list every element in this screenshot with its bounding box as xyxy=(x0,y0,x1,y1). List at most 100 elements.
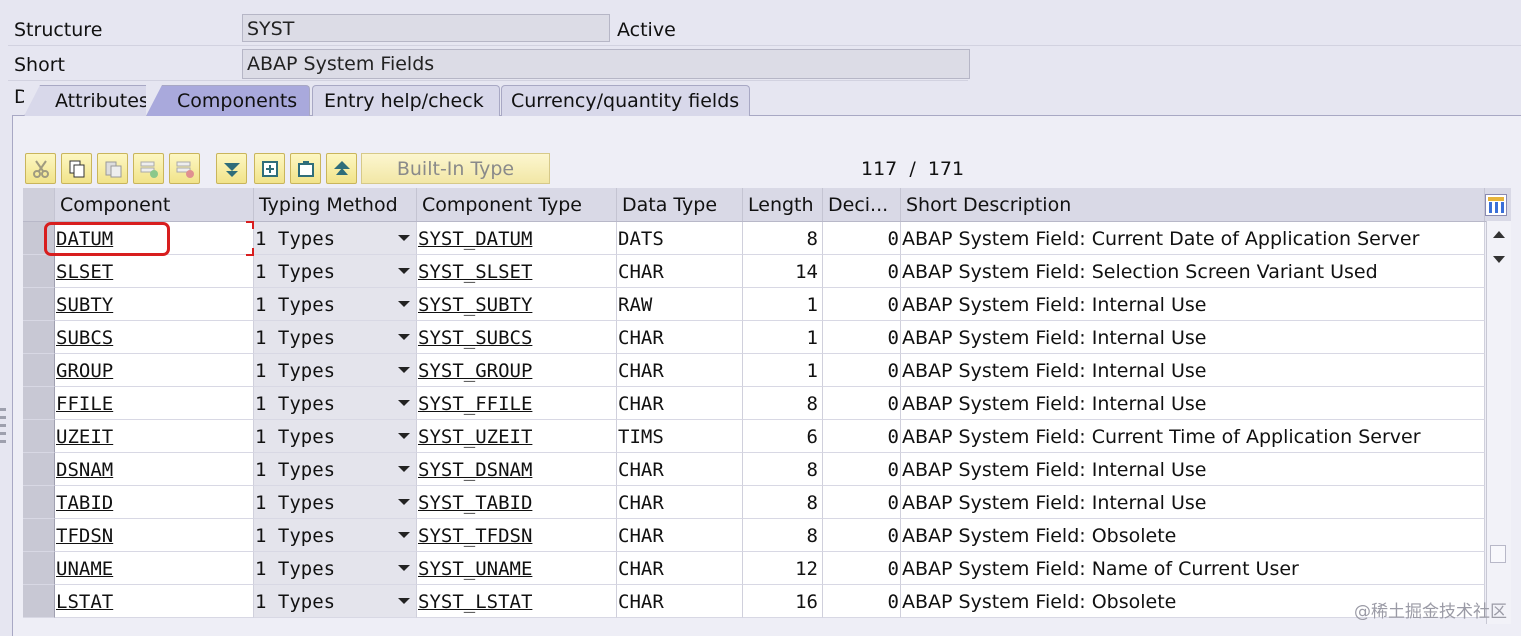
component-type-cell[interactable]: SYST_SUBCS xyxy=(417,321,617,354)
dropdown-arrow-icon[interactable] xyxy=(398,598,410,604)
table-row[interactable]: DATUM 1 Types SYST_DATUM DATS 8 0 ABAP System … xyxy=(23,222,1485,255)
component-cell[interactable]: TFDSN xyxy=(55,519,254,552)
row-selector[interactable] xyxy=(23,321,55,354)
component-cell[interactable]: UNAME xyxy=(55,552,254,585)
short-desc-field[interactable]: ABAP System Fields xyxy=(242,49,970,79)
row-selector[interactable] xyxy=(23,387,55,420)
component-cell[interactable]: FFILE xyxy=(55,387,254,420)
component-cell[interactable]: SUBTY xyxy=(55,288,254,321)
typing-method-cell[interactable]: 1 Types xyxy=(254,585,417,618)
table-row[interactable]: LSTAT 1 Types SYST_LSTAT CHAR 16 0 ABAP System… xyxy=(23,585,1485,618)
component-cell[interactable]: DSNAM xyxy=(55,453,254,486)
delete-row-button[interactable] xyxy=(169,153,200,184)
typing-method-cell[interactable]: 1 Types xyxy=(254,420,417,453)
insert-button[interactable] xyxy=(254,153,285,184)
typing-method-cell[interactable]: 1 Types xyxy=(254,222,417,255)
cut-button[interactable] xyxy=(25,153,56,184)
dropdown-arrow-icon[interactable] xyxy=(398,400,410,406)
typing-method-cell[interactable]: 1 Types xyxy=(254,387,417,420)
typing-method-cell[interactable]: 1 Types xyxy=(254,519,417,552)
component-type-cell[interactable]: SYST_GROUP xyxy=(417,354,617,387)
table-row[interactable]: SUBTY 1 Types SYST_SUBTY RAW 1 0 ABAP System F… xyxy=(23,288,1485,321)
component-type-cell[interactable]: SYST_DSNAM xyxy=(417,453,617,486)
dropdown-arrow-icon[interactable] xyxy=(398,565,410,571)
typing-method-cell[interactable]: 1 Types xyxy=(254,255,417,288)
copy-button[interactable] xyxy=(61,153,92,184)
move-down-button[interactable] xyxy=(216,153,247,184)
insert-row-button[interactable] xyxy=(133,153,164,184)
typing-method-cell[interactable]: 1 Types xyxy=(254,288,417,321)
row-selector[interactable] xyxy=(23,288,55,321)
move-up-button[interactable] xyxy=(326,153,357,184)
component-cell[interactable]: LSTAT xyxy=(55,585,254,618)
resize-grip[interactable] xyxy=(0,408,6,456)
table-row[interactable]: UZEIT 1 Types SYST_UZEIT TIMS 6 0 ABAP System … xyxy=(23,420,1485,453)
component-cell[interactable]: SLSET xyxy=(55,255,254,288)
copy-row-button[interactable] xyxy=(290,153,321,184)
typing-method-cell[interactable]: 1 Types xyxy=(254,552,417,585)
tab-attributes[interactable]: Attributes xyxy=(24,85,158,116)
column-header-typing-method[interactable]: Typing Method xyxy=(254,188,417,221)
column-header-component[interactable]: Component xyxy=(55,188,254,221)
row-selector[interactable] xyxy=(23,552,55,585)
dropdown-arrow-icon[interactable] xyxy=(398,499,410,505)
dropdown-arrow-icon[interactable] xyxy=(398,532,410,538)
table-row[interactable]: FFILE 1 Types SYST_FFILE CHAR 8 0 ABAP System … xyxy=(23,387,1485,420)
structure-field[interactable]: SYST xyxy=(242,14,610,42)
component-type-cell[interactable]: SYST_UNAME xyxy=(417,552,617,585)
dropdown-arrow-icon[interactable] xyxy=(398,334,410,340)
column-header-component-type[interactable]: Component Type xyxy=(417,188,617,221)
dropdown-arrow-icon[interactable] xyxy=(398,268,410,274)
component-type-cell[interactable]: SYST_SUBTY xyxy=(417,288,617,321)
dropdown-arrow-icon[interactable] xyxy=(398,466,410,472)
table-row[interactable]: TABID 1 Types SYST_TABID CHAR 8 0 ABAP System … xyxy=(23,486,1485,519)
vertical-scrollbar[interactable] xyxy=(1486,221,1511,624)
tab-currency-fields[interactable]: Currency/quantity fields xyxy=(501,85,750,116)
column-settings-icon[interactable] xyxy=(1485,194,1507,216)
table-row[interactable]: SLSET 1 Types SYST_SLSET CHAR 14 0 ABAP System… xyxy=(23,255,1485,288)
component-type-cell[interactable]: SYST_LSTAT xyxy=(417,585,617,618)
dropdown-arrow-icon[interactable] xyxy=(398,367,410,373)
component-cell[interactable]: TABID xyxy=(55,486,254,519)
row-selector[interactable] xyxy=(23,585,55,618)
scroll-down-icon[interactable] xyxy=(1493,256,1505,263)
column-header-data-type[interactable]: Data Type xyxy=(617,188,743,221)
component-type-cell[interactable]: SYST_SLSET xyxy=(417,255,617,288)
dropdown-arrow-icon[interactable] xyxy=(398,433,410,439)
built-in-type-button[interactable]: Built-In Type xyxy=(361,153,550,184)
row-selector[interactable] xyxy=(23,486,55,519)
tab-entry-help[interactable]: Entry help/check xyxy=(312,85,500,116)
component-type-cell[interactable]: SYST_TFDSN xyxy=(417,519,617,552)
component-type-cell[interactable]: SYST_DATUM xyxy=(417,222,617,255)
scroll-up-icon[interactable] xyxy=(1493,231,1505,238)
typing-method-cell[interactable]: 1 Types xyxy=(254,486,417,519)
row-selector[interactable] xyxy=(23,519,55,552)
table-row[interactable]: SUBCS 1 Types SYST_SUBCS CHAR 1 0 ABAP System … xyxy=(23,321,1485,354)
table-row[interactable]: GROUP 1 Types SYST_GROUP CHAR 1 0 ABAP System … xyxy=(23,354,1485,387)
component-cell[interactable]: GROUP xyxy=(55,354,254,387)
row-selector[interactable] xyxy=(23,354,55,387)
component-cell[interactable]: SUBCS xyxy=(55,321,254,354)
paste-button[interactable] xyxy=(97,153,128,184)
component-type-cell[interactable]: SYST_FFILE xyxy=(417,387,617,420)
typing-method-cell[interactable]: 1 Types xyxy=(254,453,417,486)
typing-method-cell[interactable]: 1 Types xyxy=(254,354,417,387)
tab-components[interactable]: Components xyxy=(146,85,310,116)
component-type-cell[interactable]: SYST_TABID xyxy=(417,486,617,519)
table-row[interactable]: DSNAM 1 Types SYST_DSNAM CHAR 8 0 ABAP System … xyxy=(23,453,1485,486)
table-row[interactable]: UNAME 1 Types SYST_UNAME CHAR 12 0 ABAP System… xyxy=(23,552,1485,585)
typing-method-cell[interactable]: 1 Types xyxy=(254,321,417,354)
component-type-cell[interactable]: SYST_UZEIT xyxy=(417,420,617,453)
component-cell[interactable]: UZEIT xyxy=(55,420,254,453)
column-header-decimals[interactable]: Deci... xyxy=(823,188,901,221)
column-header-length[interactable]: Length xyxy=(743,188,823,221)
scroll-thumb[interactable] xyxy=(1490,545,1506,563)
row-selector[interactable] xyxy=(23,453,55,486)
column-header-short-description[interactable]: Short Description xyxy=(901,188,1485,221)
table-row[interactable]: TFDSN 1 Types SYST_TFDSN CHAR 8 0 ABAP System … xyxy=(23,519,1485,552)
row-selector[interactable] xyxy=(23,420,55,453)
select-all-cell[interactable] xyxy=(23,188,55,221)
dropdown-arrow-icon[interactable] xyxy=(398,235,410,241)
dropdown-arrow-icon[interactable] xyxy=(398,301,410,307)
row-selector[interactable] xyxy=(23,255,55,288)
